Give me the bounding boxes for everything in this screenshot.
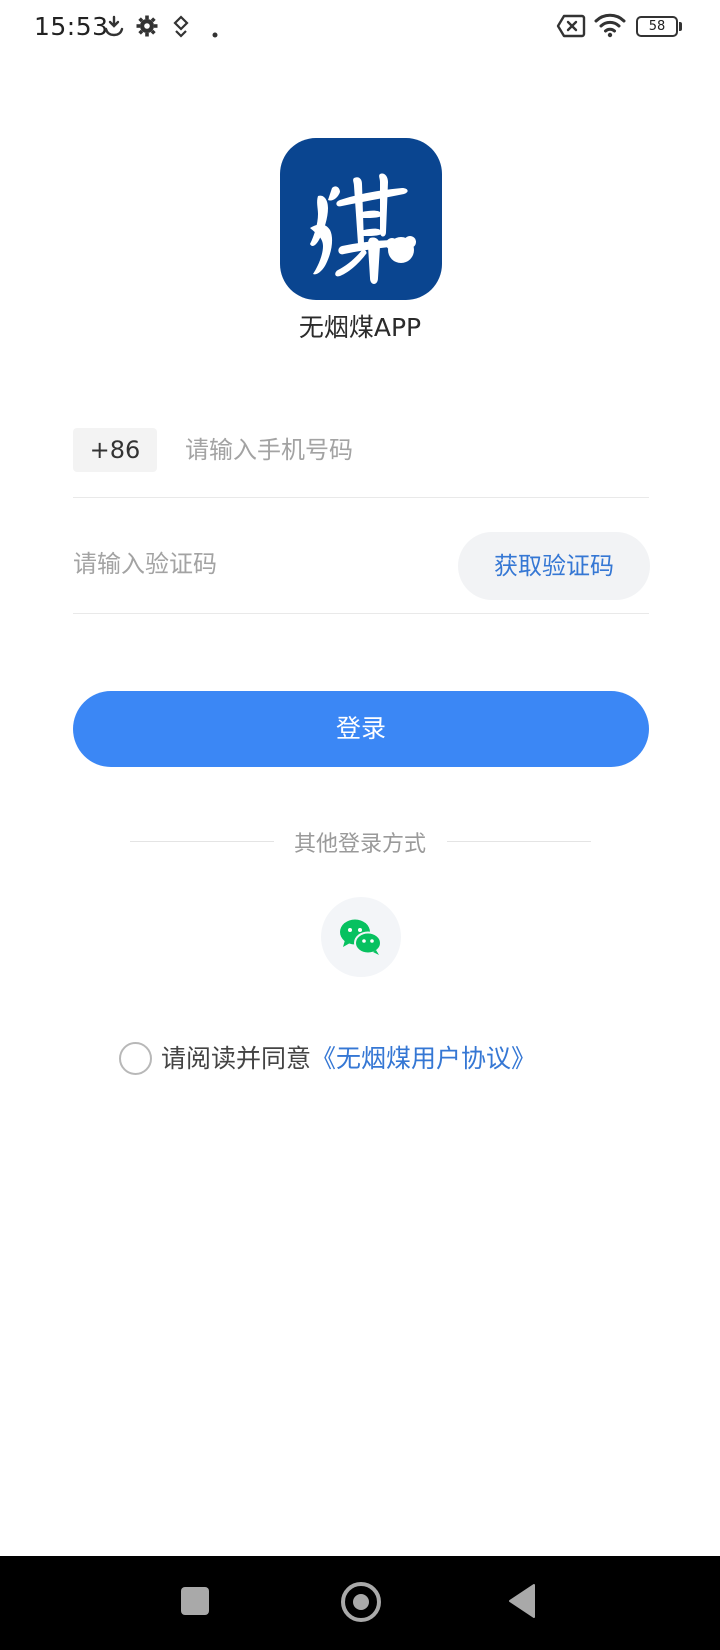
back-triangle-icon [509,1584,535,1618]
wifi-icon [594,12,626,42]
other-login-label: 其他登录方式 [293,832,426,857]
back-button[interactable] [508,1583,536,1623]
home-dot [353,1594,369,1610]
verification-code-input[interactable] [73,540,443,588]
battery-level: 58 [648,19,666,34]
agreement-text: 请阅读并同意《无烟煤用户协议》 [161,1040,536,1078]
coal-character-logo-icon [280,138,442,300]
divider-right [447,841,591,842]
system-nav-bar [0,1556,720,1650]
phone-input[interactable] [185,426,645,474]
download-icon [102,14,126,42]
get-code-button[interactable]: 获取验证码 [458,532,650,600]
app-name: 无烟煤APP [298,313,422,342]
no-sim-icon [556,14,586,42]
gear-icon [135,14,159,42]
agreement-prefix: 请阅读并同意 [161,1044,312,1073]
wechat-login-button[interactable] [321,897,401,977]
recent-apps-button[interactable] [181,1587,209,1615]
battery-icon: 58 [636,16,678,37]
country-code-selector[interactable]: +86 [73,428,157,472]
home-button[interactable] [341,1582,381,1622]
verification-code-row: 获取验证码 [73,530,650,614]
wechat-icon [340,919,382,955]
status-bar: 15:53 58 [0,0,720,56]
agreement-radio[interactable] [119,1042,152,1075]
user-agreement-link[interactable]: 《无烟煤用户协议》 [311,1044,536,1073]
location-icon [170,14,192,42]
battery-tip [679,22,682,31]
login-button[interactable]: 登录 [73,691,649,767]
phone-row: +86 [73,420,649,498]
status-time: 15:53 [34,12,109,41]
dot-icon [212,23,218,42]
agreement-row: 请阅读并同意《无烟煤用户协议》 [119,1040,659,1080]
